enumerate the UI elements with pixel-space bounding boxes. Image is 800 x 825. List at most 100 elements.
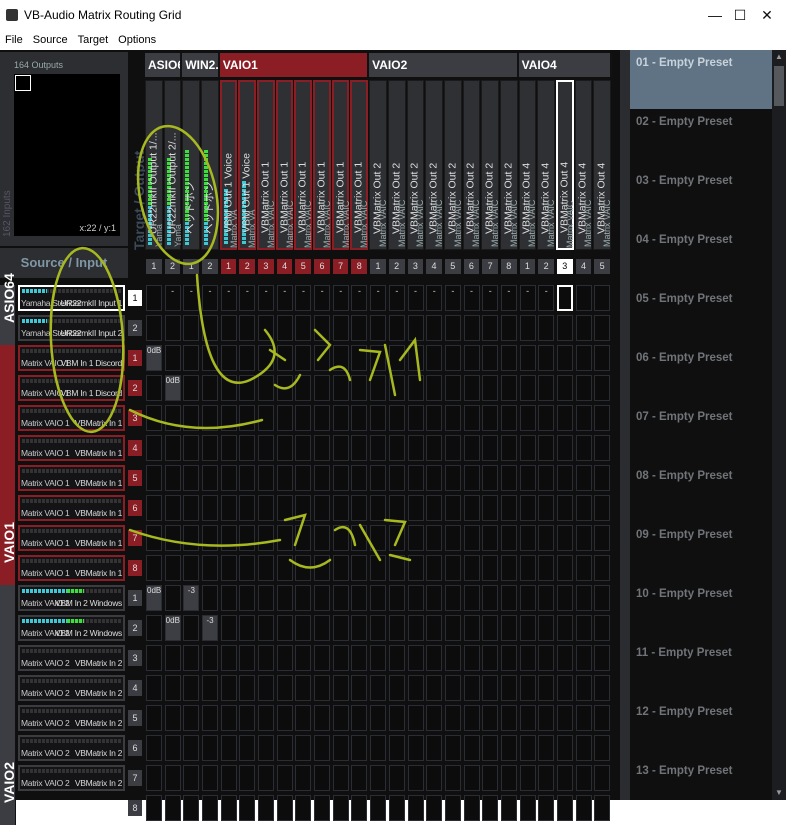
- routing-cell[interactable]: [407, 675, 424, 701]
- routing-cell[interactable]: [500, 795, 517, 821]
- routing-cell[interactable]: [388, 345, 405, 371]
- routing-cell[interactable]: [575, 675, 592, 701]
- overview-canvas[interactable]: x:22 / y:1: [14, 74, 120, 236]
- routing-cell[interactable]: [314, 495, 331, 521]
- routing-cell[interactable]: [556, 585, 573, 611]
- routing-cell[interactable]: [444, 735, 461, 761]
- routing-cell[interactable]: [258, 315, 275, 341]
- routing-cell-active[interactable]: 0dB: [164, 375, 181, 401]
- routing-cell[interactable]: [426, 615, 443, 641]
- routing-cell[interactable]: [146, 645, 162, 671]
- routing-cell[interactable]: [295, 675, 312, 701]
- input-channel-number[interactable]: 6: [128, 500, 142, 516]
- routing-cell[interactable]: [183, 615, 200, 641]
- routing-cell[interactable]: [594, 765, 611, 791]
- routing-cell[interactable]: [276, 705, 293, 731]
- routing-cell[interactable]: [164, 285, 181, 311]
- routing-cell[interactable]: [202, 555, 219, 581]
- routing-cell[interactable]: [482, 585, 499, 611]
- output-channel-number[interactable]: 4: [575, 259, 592, 274]
- routing-cell[interactable]: [519, 465, 536, 491]
- routing-cell[interactable]: [332, 675, 349, 701]
- routing-cell[interactable]: [388, 285, 405, 311]
- routing-cell[interactable]: [164, 795, 181, 821]
- routing-cell[interactable]: [500, 435, 517, 461]
- routing-cell[interactable]: [202, 645, 219, 671]
- routing-cell[interactable]: [295, 435, 312, 461]
- input-channel-strip[interactable]: Matrix VAIO 2 VBM In 2 Windows: [18, 615, 125, 641]
- routing-cell[interactable]: [202, 795, 219, 821]
- routing-cell[interactable]: [388, 495, 405, 521]
- routing-cell[interactable]: [444, 765, 461, 791]
- routing-cell[interactable]: [183, 735, 200, 761]
- routing-cell[interactable]: [351, 705, 368, 731]
- routing-cell[interactable]: [370, 705, 387, 731]
- routing-cell[interactable]: [351, 465, 368, 491]
- routing-cell[interactable]: [556, 495, 573, 521]
- routing-cell[interactable]: [258, 765, 275, 791]
- routing-cell[interactable]: [407, 495, 424, 521]
- routing-cell[interactable]: [314, 735, 331, 761]
- routing-cell[interactable]: [276, 375, 293, 401]
- routing-cell[interactable]: [482, 765, 499, 791]
- output-channel-strip[interactable]: VBMatrix Out 2 Matrix VAIC: [481, 80, 500, 250]
- input-channel-number[interactable]: 4: [128, 440, 142, 456]
- routing-cell[interactable]: [239, 465, 256, 491]
- routing-cell[interactable]: [519, 585, 536, 611]
- preset-item[interactable]: 10 - Empty Preset: [630, 581, 772, 640]
- routing-cell[interactable]: [146, 735, 162, 761]
- output-channel-strip[interactable]: VBM Out 1 Voice Matrix VA: [219, 80, 239, 250]
- routing-cell[interactable]: [370, 405, 387, 431]
- output-channel-number[interactable]: 1: [183, 259, 200, 274]
- routing-cell[interactable]: [426, 465, 443, 491]
- routing-cell[interactable]: [575, 735, 592, 761]
- routing-cell[interactable]: [388, 615, 405, 641]
- routing-cell[interactable]: [146, 705, 162, 731]
- routing-cell[interactable]: [183, 375, 200, 401]
- routing-cell[interactable]: [351, 735, 368, 761]
- output-channel-strip[interactable]: VBMatrix Out 2 Matrix VAIC: [462, 80, 481, 250]
- routing-cell[interactable]: [258, 615, 275, 641]
- routing-cell[interactable]: [276, 735, 293, 761]
- routing-cell[interactable]: [575, 795, 592, 821]
- routing-cell[interactable]: [295, 645, 312, 671]
- routing-cell[interactable]: [556, 405, 573, 431]
- routing-cell[interactable]: [463, 435, 480, 461]
- output-channel-number[interactable]: 3: [556, 259, 573, 274]
- routing-cell[interactable]: [202, 765, 219, 791]
- routing-cell[interactable]: [370, 435, 387, 461]
- routing-cell[interactable]: [370, 765, 387, 791]
- scroll-thumb[interactable]: [774, 66, 784, 106]
- input-channel-strip[interactable]: Matrix VAIO 2 VBMatrix In 2: [18, 705, 125, 731]
- routing-cell[interactable]: [519, 285, 536, 311]
- routing-cell[interactable]: [295, 375, 312, 401]
- routing-cell[interactable]: [575, 495, 592, 521]
- routing-cell[interactable]: [183, 405, 200, 431]
- routing-cell[interactable]: [426, 285, 443, 311]
- output-channel-strip[interactable]: VBMatrix Out 2 Matrix VAIC: [443, 80, 463, 250]
- routing-cell[interactable]: [594, 525, 611, 551]
- preset-scrollbar[interactable]: ▲ ▼: [772, 50, 786, 800]
- input-channel-number[interactable]: 7: [128, 770, 142, 786]
- routing-cell[interactable]: [258, 375, 275, 401]
- routing-cell[interactable]: [164, 495, 181, 521]
- routing-cell[interactable]: [239, 525, 256, 551]
- routing-cell[interactable]: [164, 315, 181, 341]
- output-group-header[interactable]: VAIO2: [369, 53, 519, 77]
- routing-cell[interactable]: [426, 675, 443, 701]
- maximize-button[interactable]: ☐: [725, 0, 755, 30]
- routing-cell[interactable]: [500, 405, 517, 431]
- routing-cell[interactable]: [444, 495, 461, 521]
- routing-cell[interactable]: [538, 585, 555, 611]
- routing-cell[interactable]: [351, 675, 368, 701]
- routing-cell[interactable]: [407, 555, 424, 581]
- routing-cell[interactable]: [556, 345, 573, 371]
- routing-cell[interactable]: [370, 735, 387, 761]
- routing-cell[interactable]: [388, 375, 405, 401]
- routing-cell[interactable]: [183, 315, 200, 341]
- output-channel-strip[interactable]: VBMatrix Out 1 Matrix VAIC: [313, 80, 332, 250]
- preset-item[interactable]: 11 - Empty Preset: [630, 640, 772, 699]
- input-channel-strip[interactable]: Matrix VAIO 2 VBMatrix In 2: [18, 645, 125, 671]
- routing-cell[interactable]: [164, 435, 181, 461]
- routing-cell[interactable]: [556, 285, 573, 311]
